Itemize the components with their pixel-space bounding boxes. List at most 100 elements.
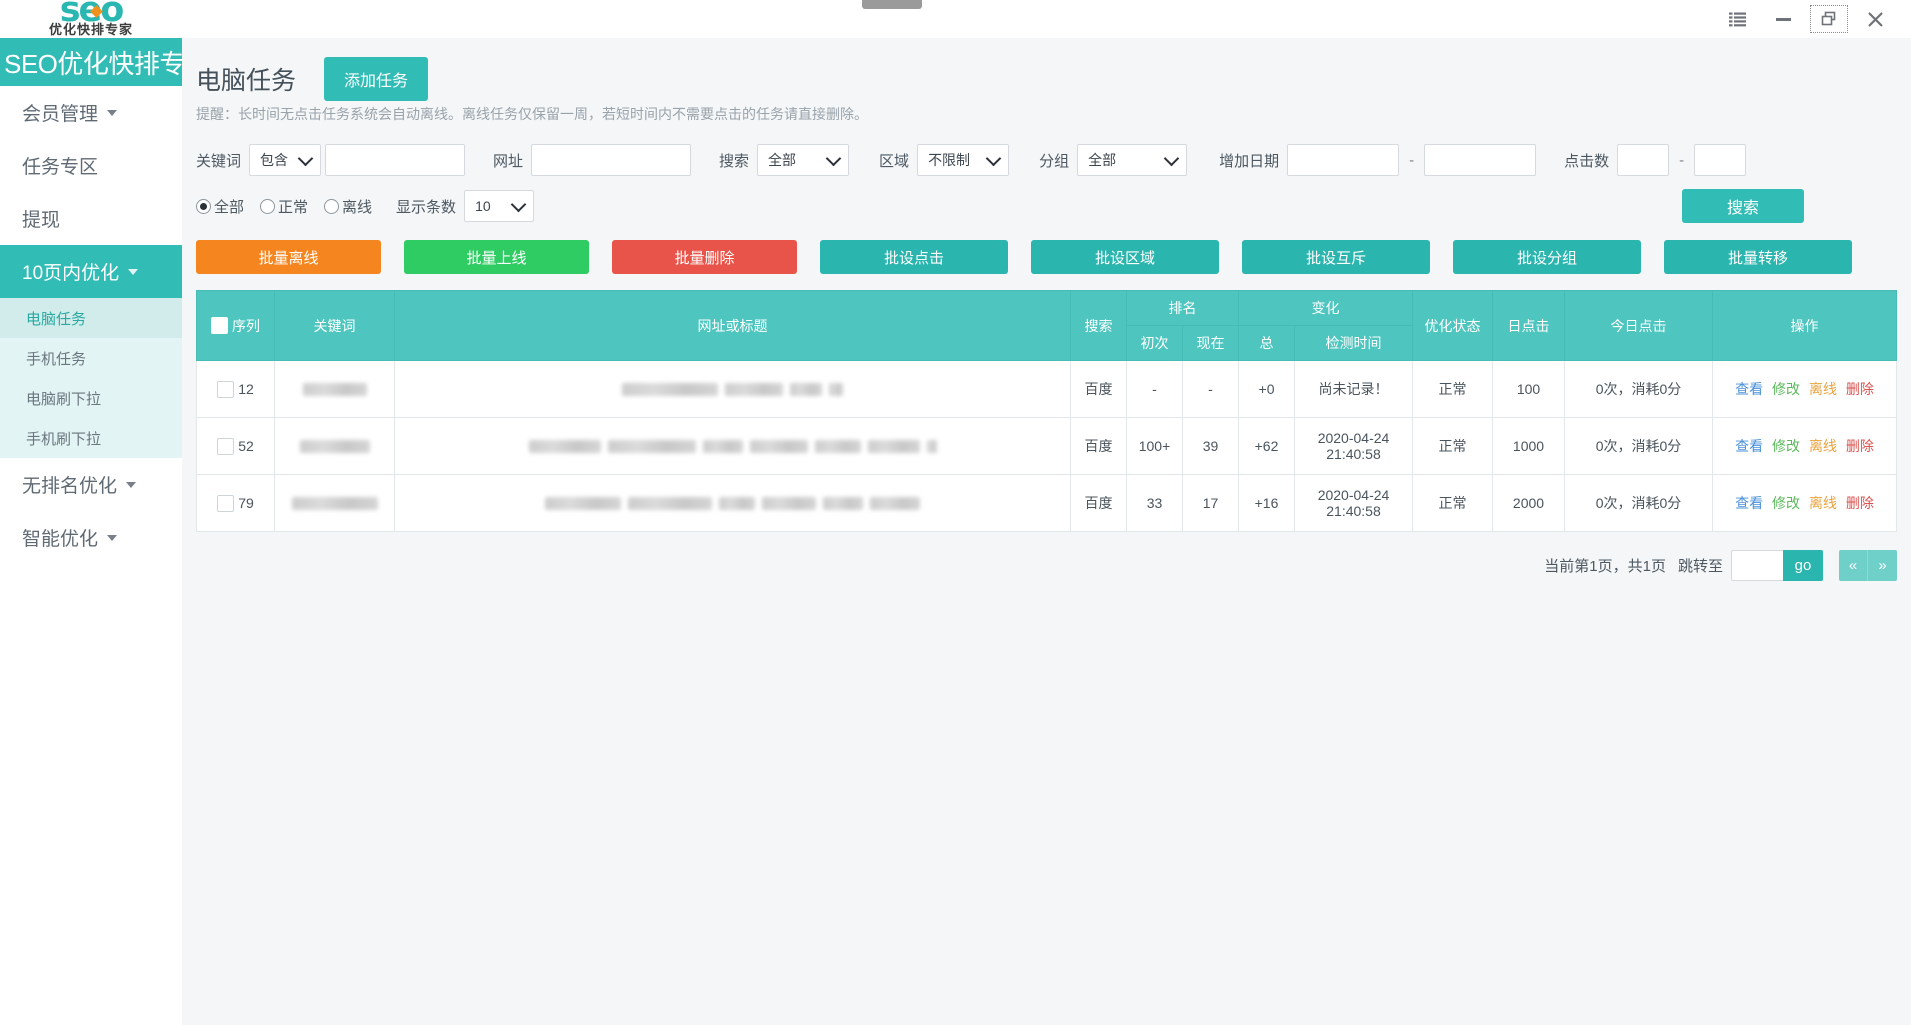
date-to-input[interactable]: [1424, 144, 1536, 176]
bulk-set-region-button[interactable]: 批设区域: [1031, 240, 1219, 274]
bulk-online-button[interactable]: 批量上线: [404, 240, 589, 274]
task-table: 序列 关键词 网址或标题 搜索 排名 变化 优化状态 日点击 今日点击 操作 初…: [196, 290, 1897, 532]
th-check-time: 检测时间: [1295, 326, 1413, 361]
pagination-next-button[interactable]: »: [1868, 550, 1897, 581]
sidebar-subitem-label: 手机任务: [26, 348, 86, 369]
pagination-prev-button[interactable]: «: [1839, 550, 1868, 581]
filter-row-1: 关键词 包含 网址 搜索 全部 区域 不限制 分组: [196, 142, 1897, 178]
cell-daily-clicks: 2000: [1493, 475, 1565, 532]
table-row[interactable]: 79: [197, 475, 1897, 532]
sidebar-subitem-mobile-task[interactable]: 手机任务: [0, 338, 182, 378]
th-rank-first: 初次: [1127, 326, 1183, 361]
sidebar-subitem-label: 电脑刷下拉: [26, 388, 101, 409]
cell-rank-now: 17: [1183, 475, 1239, 532]
bulk-delete-button[interactable]: 批量删除: [612, 240, 797, 274]
sidebar-item-smart[interactable]: 智能优化: [0, 511, 182, 564]
sidebar-item-label: 10页内优化: [22, 258, 119, 285]
radio-label: 正常: [278, 196, 308, 217]
keyword-input[interactable]: [325, 144, 465, 176]
table-row[interactable]: 12 百度 -: [197, 361, 1897, 418]
radio-status-offline[interactable]: 离线: [324, 196, 372, 217]
th-engine: 搜索: [1071, 291, 1127, 361]
chevron-down-icon: [107, 535, 117, 541]
action-edit-link[interactable]: 修改: [1772, 381, 1800, 397]
sidebar-subitem-pc-task[interactable]: 电脑任务: [0, 298, 182, 338]
action-edit-link[interactable]: 修改: [1772, 495, 1800, 511]
bulk-set-group-button[interactable]: 批设分组: [1453, 240, 1641, 274]
region-select[interactable]: 不限制: [917, 144, 1009, 176]
pagesize-select[interactable]: 10: [464, 190, 534, 222]
sidebar-submenu-top10: 电脑任务 手机任务 电脑刷下拉 手机刷下拉: [0, 298, 182, 458]
page-title: 电脑任务: [196, 61, 296, 97]
radio-label: 全部: [214, 196, 244, 217]
sidebar-item-member[interactable]: 会员管理: [0, 86, 182, 139]
task-table-wrap: 序列 关键词 网址或标题 搜索 排名 变化 优化状态 日点击 今日点击 操作 初…: [182, 274, 1911, 532]
date-from-input[interactable]: [1287, 144, 1399, 176]
cell-daily-clicks: 100: [1493, 361, 1565, 418]
sidebar-item-task-zone[interactable]: 任务专区: [0, 139, 182, 192]
logo-wordmark: seo: [60, 0, 123, 23]
sidebar-item-top10[interactable]: 10页内优化: [0, 245, 182, 298]
sidebar-subitem-mobile-suggest[interactable]: 手机刷下拉: [0, 418, 182, 458]
restore-icon[interactable]: [1807, 2, 1851, 36]
clicks-label: 点击数: [1564, 150, 1609, 171]
th-url-or-title: 网址或标题: [395, 291, 1071, 361]
select-all-checkbox[interactable]: [211, 317, 228, 334]
engine-select[interactable]: 全部: [757, 144, 849, 176]
date-separator: -: [1409, 152, 1414, 169]
row-checkbox[interactable]: [217, 381, 234, 398]
action-delete-link[interactable]: 删除: [1846, 381, 1874, 397]
sidebar-item-norank[interactable]: 无排名优化: [0, 458, 182, 511]
sidebar-subitem-pc-suggest[interactable]: 电脑刷下拉: [0, 378, 182, 418]
action-view-link[interactable]: 查看: [1735, 438, 1763, 454]
minimize-icon[interactable]: [1761, 2, 1805, 36]
table-row[interactable]: 52: [197, 418, 1897, 475]
sidebar: SEO优化快排专家 会员管理 任务专区 提现 10页内优化 电脑任务 手机任务 …: [0, 38, 182, 1025]
action-view-link[interactable]: 查看: [1735, 381, 1763, 397]
action-view-link[interactable]: 查看: [1735, 495, 1763, 511]
group-select[interactable]: 全部: [1077, 144, 1187, 176]
cell-change-total: +62: [1239, 418, 1295, 475]
radio-circle-icon: [324, 199, 339, 214]
close-icon[interactable]: [1853, 2, 1897, 36]
bulk-set-exclusive-button[interactable]: 批设互斥: [1242, 240, 1430, 274]
radio-status-all[interactable]: 全部: [196, 196, 244, 217]
sidebar-subitem-label: 手机刷下拉: [26, 428, 101, 449]
clicks-to-input[interactable]: [1694, 144, 1746, 176]
row-checkbox[interactable]: [217, 495, 234, 512]
action-offline-link[interactable]: 离线: [1809, 381, 1837, 397]
action-delete-link[interactable]: 删除: [1846, 495, 1874, 511]
sidebar-item-withdraw[interactable]: 提现: [0, 192, 182, 245]
cell-change-total: +16: [1239, 475, 1295, 532]
cell-check-time: 尚未记录！: [1295, 361, 1413, 418]
cell-keyword: [275, 361, 395, 418]
action-offline-link[interactable]: 离线: [1809, 438, 1837, 454]
page-tip: 提醒：长时间无点击任务系统会自动离线。离线任务仅保留一周，若短时间内不需要点击的…: [182, 102, 1911, 124]
clicks-from-input[interactable]: [1617, 144, 1669, 176]
action-offline-link[interactable]: 离线: [1809, 495, 1837, 511]
sidebar-item-label: 任务专区: [22, 152, 98, 179]
action-edit-link[interactable]: 修改: [1772, 438, 1800, 454]
pagesize-label: 显示条数: [396, 196, 456, 217]
pagination-jump-input[interactable]: [1731, 550, 1783, 581]
keyword-mode-select[interactable]: 包含: [249, 144, 321, 176]
cell-url-or-title: [395, 475, 1071, 532]
pagination-go-button[interactable]: go: [1783, 550, 1823, 581]
row-checkbox[interactable]: [217, 438, 234, 455]
th-rank-now: 现在: [1183, 326, 1239, 361]
window-drag-handle[interactable]: [862, 0, 922, 9]
sidebar-subitem-label: 电脑任务: [26, 308, 86, 329]
url-input[interactable]: [531, 144, 691, 176]
bulk-set-clicks-button[interactable]: 批设点击: [820, 240, 1008, 274]
radio-status-normal[interactable]: 正常: [260, 196, 308, 217]
search-button[interactable]: 搜索: [1682, 189, 1804, 223]
chevron-down-icon: [128, 269, 138, 275]
bulk-transfer-button[interactable]: 批量转移: [1664, 240, 1852, 274]
action-delete-link[interactable]: 删除: [1846, 438, 1874, 454]
menu-list-icon[interactable]: [1715, 2, 1759, 36]
th-change-group: 变化: [1239, 291, 1413, 326]
cell-url-or-title: [395, 418, 1071, 475]
group-select-wrap: 全部: [1077, 144, 1187, 176]
add-task-button[interactable]: 添加任务: [324, 57, 428, 101]
bulk-offline-button[interactable]: 批量离线: [196, 240, 381, 274]
